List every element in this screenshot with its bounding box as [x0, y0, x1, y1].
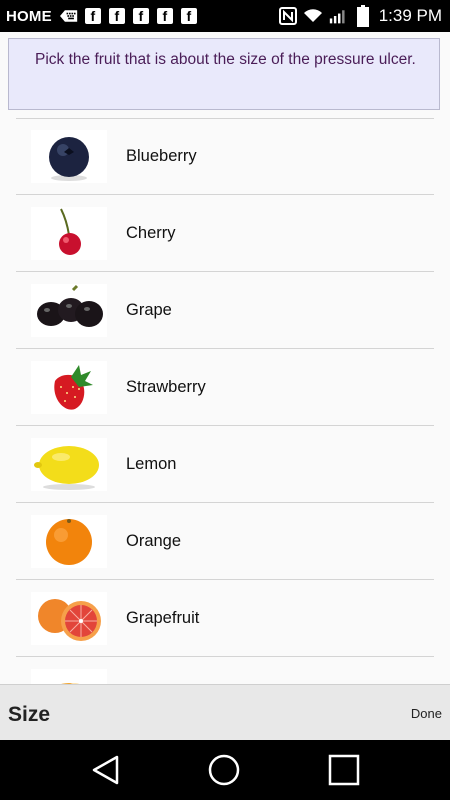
- facebook-icon: f: [132, 7, 150, 25]
- facebook-icon: f: [180, 7, 198, 25]
- list-item-lemon[interactable]: Lemon: [16, 426, 434, 503]
- grapefruit-icon: [31, 592, 107, 645]
- fruit-thumbnail: [31, 669, 107, 684]
- list-item-partial[interactable]: [16, 657, 434, 684]
- facebook-icon: f: [156, 7, 174, 25]
- list-item-blueberry[interactable]: Blueberry: [16, 118, 434, 195]
- lemon-icon: [31, 438, 107, 491]
- facebook-icon: f: [84, 7, 102, 25]
- list-item-label: Cherry: [126, 223, 176, 242]
- list-item-cherry[interactable]: Cherry: [16, 195, 434, 272]
- blueberry-icon: [31, 130, 107, 183]
- list-item-grapefruit[interactable]: Grapefruit: [16, 580, 434, 657]
- facebook-icon: f: [108, 7, 126, 25]
- navigation-bar: [0, 740, 450, 800]
- list-item-label: Grapefruit: [126, 608, 200, 627]
- list-item-strawberry[interactable]: Strawberry: [16, 349, 434, 426]
- fruit-list[interactable]: Blueberry Cherry Grape Strawberry Lemon …: [0, 118, 450, 684]
- recents-icon[interactable]: [326, 752, 362, 788]
- home-label: HOME: [6, 7, 52, 25]
- clock: 1:39 PM: [378, 6, 442, 25]
- toolbar-title: Size: [8, 703, 51, 726]
- orange-icon: [31, 515, 107, 568]
- question-text: Pick the fruit that is about the size of…: [35, 51, 416, 68]
- list-item-label: Strawberry: [126, 377, 206, 396]
- list-item-label: Orange: [126, 531, 182, 550]
- list-item-label: Lemon: [126, 454, 177, 473]
- strawberry-icon: [31, 361, 107, 414]
- question-prompt: Pick the fruit that is about the size of…: [8, 38, 440, 110]
- nfc-icon: [278, 7, 297, 25]
- wifi-icon: [303, 7, 322, 25]
- battery-icon: [354, 5, 372, 27]
- list-item-orange[interactable]: Orange: [16, 503, 434, 580]
- keyboard-icon: [59, 7, 78, 25]
- grape-icon: [31, 284, 107, 337]
- list-item-grape[interactable]: Grape: [16, 272, 434, 349]
- home-icon[interactable]: [206, 752, 242, 788]
- back-icon[interactable]: [88, 752, 124, 788]
- status-bar: HOME f f f f f 1:39 PM: [0, 0, 450, 32]
- signal-icon: [329, 7, 347, 25]
- cherry-icon: [31, 207, 107, 260]
- list-item-label: Blueberry: [126, 146, 197, 165]
- bottom-toolbar: Size Done: [0, 684, 450, 740]
- list-item-label: Grape: [126, 300, 172, 319]
- done-button[interactable]: Done: [411, 706, 442, 721]
